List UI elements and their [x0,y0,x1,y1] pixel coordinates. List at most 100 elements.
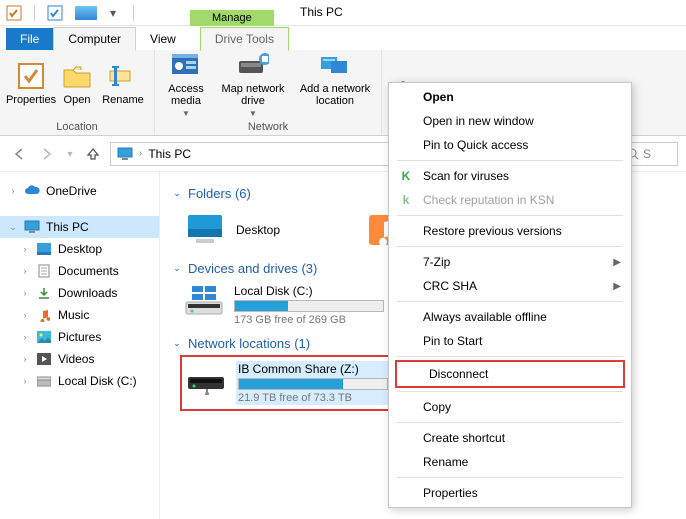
chevron-right-icon[interactable]: › [20,310,30,320]
map-network-drive-button[interactable]: Map network drive ▼ [213,47,293,120]
network-drive-tile[interactable]: IB Common Share (Z:) 21.9 TB free of 73.… [180,355,404,411]
drive-label: Local Disk (C:) [234,284,384,298]
tab-drive-tools[interactable]: Drive Tools [200,27,289,51]
drives-header-text: Devices and drives (3) [188,261,317,276]
forward-button[interactable] [36,143,58,165]
cm-pin-quick-access[interactable]: Pin to Quick access [391,133,629,157]
rename-label: Rename [102,94,144,106]
tab-computer[interactable]: Computer [53,27,136,51]
chevron-down-icon[interactable]: ⌄ [8,222,18,233]
cm-open-new-label: Open in new window [423,114,534,128]
quick-access-toolbar: ▾ [0,5,144,21]
dropdown-icon: ▼ [182,109,190,118]
access-media-label: Access media [163,83,209,107]
qat-separator-2 [133,5,134,21]
cm-open-new-window[interactable]: Open in new window [391,109,629,133]
cm-open[interactable]: Open [391,85,629,109]
monitor-icon [24,219,40,235]
cm-always-offline[interactable]: Always available offline [391,305,629,329]
properties-icon [15,60,47,92]
recent-dropdown-icon[interactable]: ▼ [64,143,76,165]
cm-separator [397,477,623,478]
chevron-right-icon[interactable]: › [20,266,30,276]
chevron-right-icon[interactable]: › [20,288,30,298]
nav-videos[interactable]: ›Videos [0,348,159,370]
access-media-button[interactable]: Access media ▼ [161,47,211,120]
chevron-right-icon[interactable]: › [20,244,30,254]
cm-copy[interactable]: Copy [391,395,629,419]
add-network-location-button[interactable]: Add a network location [295,47,375,109]
cm-pin-start[interactable]: Pin to Start [391,329,629,353]
ribbon-group-location: Properties Open Rename Location [0,50,155,135]
cm-restore-previous[interactable]: Restore previous versions [391,219,629,243]
nav-downloads[interactable]: › Downloads [0,282,159,304]
cm-properties[interactable]: Properties [391,481,629,505]
nav-desktop[interactable]: ›Desktop [0,238,159,260]
cm-separator [397,246,623,247]
folder-qat-icon[interactable] [75,6,97,20]
cm-scan-label: Scan for viruses [423,169,509,183]
rename-icon [107,60,139,92]
chevron-right-icon[interactable]: › [20,332,30,342]
up-button[interactable] [82,143,104,165]
drive-icon [36,373,52,389]
back-button[interactable] [8,143,30,165]
kaspersky-icon-grey: k [397,192,415,208]
nav-label: This PC [46,220,89,234]
chevron-right-icon[interactable]: › [20,376,30,386]
submenu-arrow-icon: ▶ [613,257,621,268]
downloads-icon [36,285,52,301]
properties-qat-icon-2[interactable] [47,5,63,21]
nav-label: Local Disk (C:) [58,374,137,388]
open-button[interactable]: Open [58,58,96,108]
cm-separator [397,391,623,392]
cm-disconnect-label: Disconnect [429,367,488,381]
submenu-arrow-icon: ▶ [613,281,621,292]
cm-rename-label: Rename [423,455,468,469]
properties-label: Properties [6,94,56,106]
folder-tile-desktop[interactable]: Desktop [180,205,360,255]
cm-scan-viruses[interactable]: KScan for viruses [391,164,629,188]
cm-open-label: Open [423,90,454,104]
rename-button[interactable]: Rename [98,58,148,108]
properties-button[interactable]: Properties [6,58,56,108]
chevron-right-icon[interactable]: › [8,186,18,196]
desktop-icon [36,241,52,257]
contextual-tab-header: Manage [190,0,274,26]
cm-7zip[interactable]: 7-Zip▶ [391,250,629,274]
nav-label: Documents [58,264,119,278]
network-drive-label: IB Common Share (Z:) [238,362,394,376]
nav-this-pc[interactable]: ⌄ This PC [0,216,159,238]
chevron-right-icon[interactable]: › [20,354,30,364]
chevron-down-icon: ⌄ [172,188,182,199]
network-location-icon [319,49,351,81]
map-drive-label: Map network drive [215,83,291,107]
drive-tile-local[interactable]: Local Disk (C:) 173 GB free of 269 GB [180,280,390,330]
tab-file[interactable]: File [6,28,53,50]
pictures-icon [36,329,52,345]
network-drive-progress [238,378,388,390]
nav-label: Downloads [58,286,117,300]
cm-separator [397,301,623,302]
cm-separator [397,422,623,423]
nav-onedrive[interactable]: › OneDrive [0,180,159,202]
nav-label: OneDrive [46,184,97,198]
manage-context-label: Manage [190,10,274,26]
chevron-down-icon: ⌄ [172,338,182,349]
cm-disconnect[interactable]: Disconnect [395,360,625,388]
network-header-text: Network locations (1) [188,336,310,351]
cm-rename[interactable]: Rename [391,450,629,474]
cm-properties-label: Properties [423,486,478,500]
network-group-label: Network [248,120,288,134]
chevron-right-icon[interactable]: › [139,148,142,159]
windows-drive-icon [184,284,224,318]
cm-create-shortcut[interactable]: Create shortcut [391,426,629,450]
nav-pictures[interactable]: ›Pictures [0,326,159,348]
nav-documents[interactable]: › Documents [0,260,159,282]
properties-qat-icon[interactable] [6,5,22,21]
nav-music[interactable]: ›Music [0,304,159,326]
nav-local-disk[interactable]: › Local Disk (C:) [0,370,159,392]
cm-crc-sha[interactable]: CRC SHA▶ [391,274,629,298]
window-title: This PC [300,5,343,19]
qat-dropdown-icon[interactable]: ▾ [105,5,121,21]
